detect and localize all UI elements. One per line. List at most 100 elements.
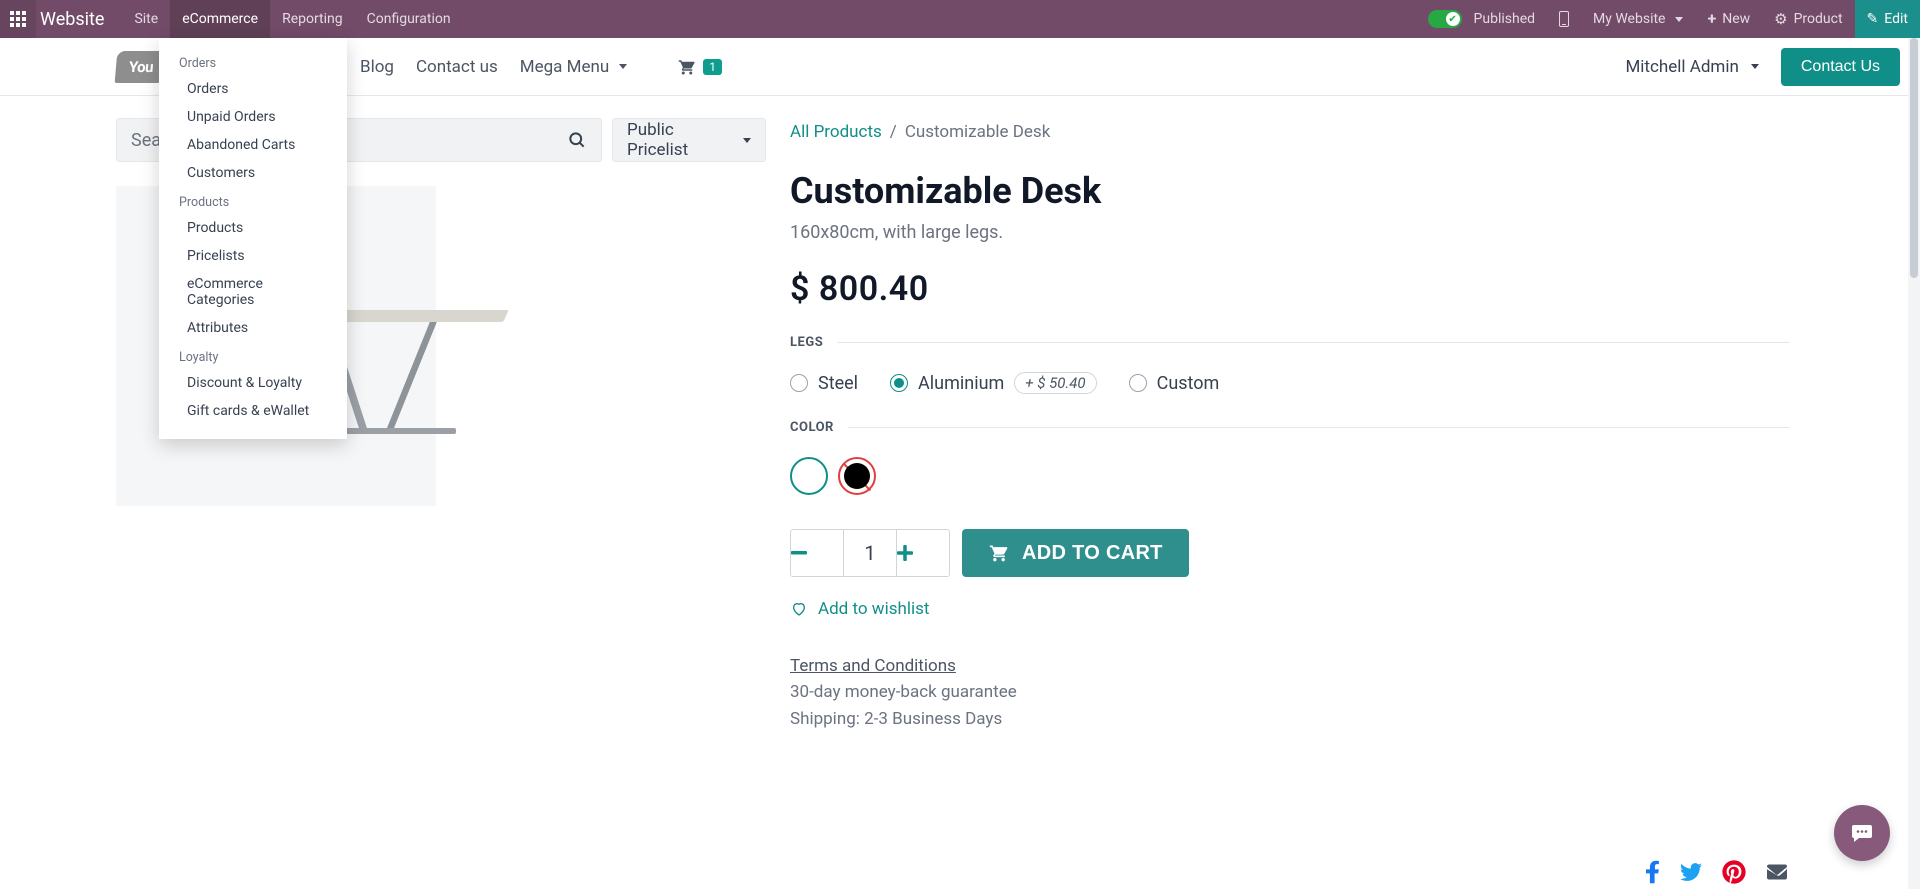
- pinterest-icon[interactable]: [1722, 860, 1746, 884]
- add-to-cart-button[interactable]: ADD TO CART: [962, 529, 1189, 577]
- menu-abandoned-carts[interactable]: Abandoned Carts: [159, 131, 347, 159]
- mobile-preview-button[interactable]: [1547, 0, 1581, 38]
- plus-icon: [1707, 11, 1716, 27]
- chevron-down-icon: [1675, 17, 1683, 22]
- site-nav: Blog Contact us Mega Menu: [360, 57, 627, 77]
- chevron-down-icon: [619, 64, 627, 69]
- product-price: $ 800.40: [790, 269, 1790, 309]
- variant-legs-section: LEGS Steel Aluminium + $ 50.40 Custom: [790, 335, 1790, 394]
- chevron-down-icon: [743, 138, 751, 143]
- qty-increase-button[interactable]: [897, 530, 949, 576]
- nav-mega-menu-label: Mega Menu: [520, 57, 609, 77]
- variant-color-section: COLOR: [790, 420, 1790, 495]
- new-label: New: [1722, 11, 1750, 27]
- dropdown-group-loyalty: Loyalty: [159, 342, 347, 369]
- menu-products[interactable]: Products: [159, 214, 347, 242]
- color-swatch-black-disabled[interactable]: [838, 457, 876, 495]
- page-scrollbar[interactable]: [1908, 38, 1920, 889]
- variant-legs-label: LEGS: [790, 335, 823, 350]
- check-icon: [1428, 10, 1462, 28]
- legs-option-steel-label: Steel: [818, 373, 858, 394]
- share-row: [1646, 859, 1790, 885]
- menu-customers[interactable]: Customers: [159, 159, 347, 187]
- menu-gift-cards-ewallet[interactable]: Gift cards & eWallet: [159, 397, 347, 425]
- edit-button[interactable]: Edit: [1855, 0, 1920, 38]
- gear-icon: [1774, 12, 1787, 27]
- product-settings-button[interactable]: Product: [1762, 0, 1854, 38]
- legs-option-steel[interactable]: Steel: [790, 373, 858, 394]
- topmenu-reporting[interactable]: Reporting: [270, 0, 355, 38]
- livechat-button[interactable]: [1834, 805, 1890, 861]
- pricelist-select[interactable]: Public Pricelist: [612, 118, 766, 162]
- facebook-icon[interactable]: [1646, 859, 1660, 885]
- shipping-text: Shipping: 2-3 Business Days: [790, 709, 1002, 729]
- radio-icon: [890, 374, 908, 392]
- legs-option-custom[interactable]: Custom: [1129, 373, 1220, 394]
- contact-us-button[interactable]: Contact Us: [1781, 48, 1900, 86]
- terms-link[interactable]: Terms and Conditions: [790, 656, 956, 676]
- menu-attributes[interactable]: Attributes: [159, 314, 347, 342]
- user-name-label: Mitchell Admin: [1625, 57, 1738, 77]
- search-icon: [567, 130, 587, 150]
- menu-orders[interactable]: Orders: [159, 75, 347, 103]
- quantity-stepper: 1: [790, 529, 950, 577]
- product-left-column: Sear Public Pricelist: [0, 96, 790, 530]
- nav-blog[interactable]: Blog: [360, 57, 394, 77]
- menu-ecommerce-categories[interactable]: eCommerce Categories: [159, 270, 347, 314]
- menu-discount-loyalty[interactable]: Discount & Loyalty: [159, 369, 347, 397]
- breadcrumb-root[interactable]: All Products: [790, 122, 882, 142]
- nav-mega-menu[interactable]: Mega Menu: [520, 57, 627, 77]
- user-menu[interactable]: Mitchell Admin: [1625, 57, 1758, 77]
- variant-color-label: COLOR: [790, 420, 834, 435]
- published-label: Published: [1474, 11, 1535, 27]
- website-switcher[interactable]: My Website: [1581, 0, 1695, 38]
- pencil-icon: [1867, 12, 1879, 26]
- color-swatch-white[interactable]: [790, 457, 828, 495]
- product-terms-block: Terms and Conditions 30-day money-back g…: [790, 653, 1790, 732]
- app-title[interactable]: Website: [36, 0, 122, 38]
- product-subtitle: 160x80cm, with large legs.: [790, 222, 1790, 243]
- breadcrumb-current: Customizable Desk: [905, 122, 1051, 142]
- topmenu-site[interactable]: Site: [122, 0, 170, 38]
- product-title: Customizable Desk: [790, 170, 1790, 212]
- website-switcher-label: My Website: [1593, 11, 1665, 27]
- grid-icon: [10, 11, 26, 27]
- site-logo-text: You: [128, 58, 154, 76]
- menu-unpaid-orders[interactable]: Unpaid Orders: [159, 103, 347, 131]
- add-to-wishlist[interactable]: Add to wishlist: [790, 599, 1790, 619]
- ecommerce-dropdown: Orders Orders Unpaid Orders Abandoned Ca…: [159, 38, 347, 439]
- heart-icon: [790, 601, 808, 617]
- email-icon[interactable]: [1764, 862, 1790, 882]
- breadcrumb-sep: /: [890, 122, 897, 142]
- product-details: All Products / Customizable Desk Customi…: [790, 96, 1920, 756]
- dropdown-group-orders: Orders: [159, 48, 347, 75]
- radio-icon: [790, 374, 808, 392]
- cart-link[interactable]: 1: [677, 58, 722, 76]
- cart-count-badge: 1: [703, 59, 722, 75]
- published-toggle[interactable]: Published: [1416, 0, 1547, 38]
- qty-value[interactable]: 1: [843, 530, 897, 576]
- apps-launcher[interactable]: [0, 0, 36, 38]
- radio-icon: [1129, 374, 1147, 392]
- nav-contact-us[interactable]: Contact us: [416, 57, 498, 77]
- mobile-icon: [1559, 11, 1569, 27]
- pricelist-label: Public Pricelist: [627, 120, 729, 160]
- chat-icon: [1849, 821, 1875, 845]
- chevron-down-icon: [1751, 64, 1759, 69]
- legs-option-custom-label: Custom: [1157, 373, 1220, 394]
- topmenu-ecommerce[interactable]: eCommerce: [170, 0, 270, 38]
- topmenu-configuration[interactable]: Configuration: [355, 0, 463, 38]
- cart-icon: [677, 58, 697, 76]
- wishlist-label: Add to wishlist: [818, 599, 929, 619]
- twitter-icon[interactable]: [1678, 861, 1704, 883]
- qty-decrease-button[interactable]: [791, 530, 843, 576]
- menu-pricelists[interactable]: Pricelists: [159, 242, 347, 270]
- legs-option-aluminium-label: Aluminium: [918, 373, 1004, 394]
- guarantee-text: 30-day money-back guarantee: [790, 682, 1017, 702]
- add-to-cart-label: ADD TO CART: [1022, 542, 1163, 565]
- new-button[interactable]: New: [1695, 0, 1762, 38]
- legs-option-aluminium[interactable]: Aluminium + $ 50.40: [890, 372, 1097, 394]
- dropdown-group-products: Products: [159, 187, 347, 214]
- product-settings-label: Product: [1794, 11, 1843, 27]
- app-topbar: Website Site eCommerce Reporting Configu…: [0, 0, 1920, 38]
